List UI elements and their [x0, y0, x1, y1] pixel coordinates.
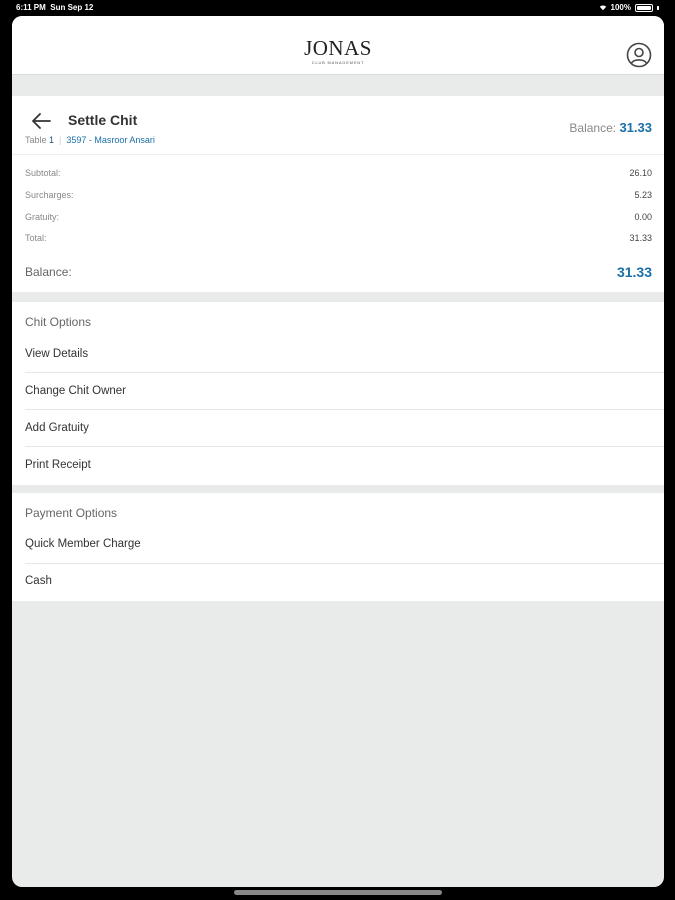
surcharges-value: 5.23	[634, 190, 652, 200]
battery-percent: 100%	[610, 3, 631, 12]
quick-member-charge-option[interactable]: Quick Member Charge	[12, 527, 664, 564]
divider	[25, 446, 664, 447]
status-bar: 6:11 PM Sun Sep 12 100%	[0, 0, 675, 14]
table-number: 1	[49, 135, 55, 145]
option-label: Quick Member Charge	[25, 538, 141, 550]
battery-tip	[657, 5, 659, 10]
status-date: Sun Sep 12	[50, 3, 94, 12]
divider	[12, 154, 664, 155]
back-arrow-icon[interactable]	[30, 110, 52, 132]
logo-subtitle: CLUB MANAGEMENT	[311, 60, 365, 65]
payment-options-title: Payment Options	[25, 506, 118, 520]
separator: |	[59, 135, 62, 145]
header-balance-label: Balance:	[569, 121, 617, 135]
cash-option[interactable]: Cash	[12, 564, 664, 601]
header-balance-value: 31.33	[619, 120, 652, 135]
view-details-option[interactable]: View Details	[12, 337, 664, 374]
status-time: 6:11 PM	[16, 3, 46, 12]
member-link[interactable]: 3597 - Masroor Ansari	[66, 135, 155, 145]
page-title: Settle Chit	[68, 112, 138, 128]
jonas-logo: JONAS	[304, 36, 372, 60]
chit-options-title: Chit Options	[25, 315, 92, 329]
total-label: Total:	[25, 233, 47, 243]
add-gratuity-option[interactable]: Add Gratuity	[12, 411, 664, 448]
option-label: Print Receipt	[25, 459, 91, 471]
total-value: 31.33	[629, 233, 652, 243]
subtotal-value: 26.10	[629, 168, 652, 178]
option-label: View Details	[25, 348, 89, 360]
app-header: JONAS CLUB MANAGEMENT	[12, 16, 664, 75]
option-label: Change Chit Owner	[25, 385, 126, 397]
header-balance: Balance: 31.33	[569, 120, 652, 135]
option-label: Cash	[25, 575, 52, 587]
gratuity-label: Gratuity:	[25, 212, 60, 222]
status-time-date: 6:11 PM Sun Sep 12	[16, 3, 93, 12]
balance-value: 31.33	[616, 264, 652, 280]
change-chit-owner-option[interactable]: Change Chit Owner	[12, 374, 664, 411]
divider	[25, 372, 664, 373]
profile-icon[interactable]	[626, 42, 652, 68]
table-member-info: Table 1 | 3597 - Masroor Ansari	[25, 135, 155, 145]
chit-options-card: Chit Options View Details Change Chit Ow…	[12, 302, 664, 485]
payment-options-card: Payment Options Quick Member Charge Cash	[12, 493, 664, 601]
status-indicators: 100%	[599, 3, 659, 12]
divider	[25, 409, 664, 410]
table-label: Table	[25, 135, 47, 145]
app-screen: JONAS CLUB MANAGEMENT Settle Chit Table …	[12, 16, 664, 887]
subtotal-label: Subtotal:	[25, 168, 61, 178]
home-indicator[interactable]	[234, 890, 442, 895]
print-receipt-option[interactable]: Print Receipt	[12, 448, 664, 485]
wifi-icon	[599, 5, 606, 11]
battery-icon	[635, 3, 653, 12]
surcharges-label: Surcharges:	[25, 190, 74, 200]
option-label: Add Gratuity	[25, 422, 89, 434]
gratuity-value: 0.00	[634, 212, 652, 222]
balance-label: Balance:	[25, 265, 72, 279]
